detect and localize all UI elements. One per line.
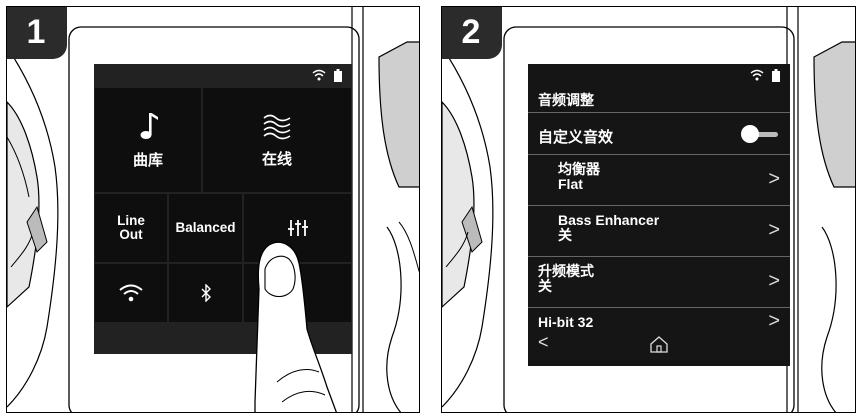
chevron-right-icon: > xyxy=(768,310,780,332)
hi-bit-32-row[interactable]: Hi-bit 32 > xyxy=(528,310,790,334)
custom-effect-toggle-row[interactable]: 自定义音效 xyxy=(528,120,790,150)
divider xyxy=(528,307,790,308)
chevron-right-icon: > xyxy=(768,219,780,241)
toggle-switch[interactable] xyxy=(741,125,778,143)
bass-enhancer-value: 关 xyxy=(558,227,572,243)
divider xyxy=(528,112,790,113)
divider xyxy=(528,256,790,257)
step-1-panel: 曲库 在线 Line Out Balanced 1 xyxy=(6,6,420,413)
custom-effect-label: 自定义音效 xyxy=(538,129,614,146)
equalizer-value: Flat xyxy=(558,176,583,192)
toggle-knob xyxy=(741,125,759,143)
upsampling-mode-value: 关 xyxy=(538,278,552,294)
home-icon[interactable] xyxy=(650,336,668,353)
status-bar xyxy=(750,68,780,82)
battery-icon xyxy=(772,68,780,82)
step-badge: 2 xyxy=(442,7,502,59)
upsampling-mode-label: 升频模式 xyxy=(538,263,594,279)
upsampling-mode-row[interactable]: 升频模式 关 > xyxy=(528,260,790,304)
chevron-right-icon: > xyxy=(768,270,780,292)
bass-enhancer-label: Bass Enhancer xyxy=(558,212,660,228)
equalizer-label: 均衡器 xyxy=(558,161,600,177)
step-badge: 1 xyxy=(7,7,67,59)
bass-enhancer-row[interactable]: Bass Enhancer 关 > xyxy=(528,209,790,253)
page-title: 音频调整 xyxy=(538,92,594,108)
wifi-icon xyxy=(750,69,764,81)
device-screen-audio-settings: 音频调整 自定义音效 均衡器 Flat > Bass Enhancer 关 > xyxy=(528,64,790,366)
divider xyxy=(528,154,790,155)
chevron-right-icon: > xyxy=(768,168,780,190)
step-2-panel: 音频调整 自定义音效 均衡器 Flat > Bass Enhancer 关 > xyxy=(441,6,856,413)
equalizer-row[interactable]: 均衡器 Flat > xyxy=(528,158,790,202)
back-button[interactable]: < xyxy=(538,332,549,353)
divider xyxy=(528,205,790,206)
hi-bit-32-label: Hi-bit 32 xyxy=(538,314,594,330)
finger-illustration xyxy=(254,241,337,412)
